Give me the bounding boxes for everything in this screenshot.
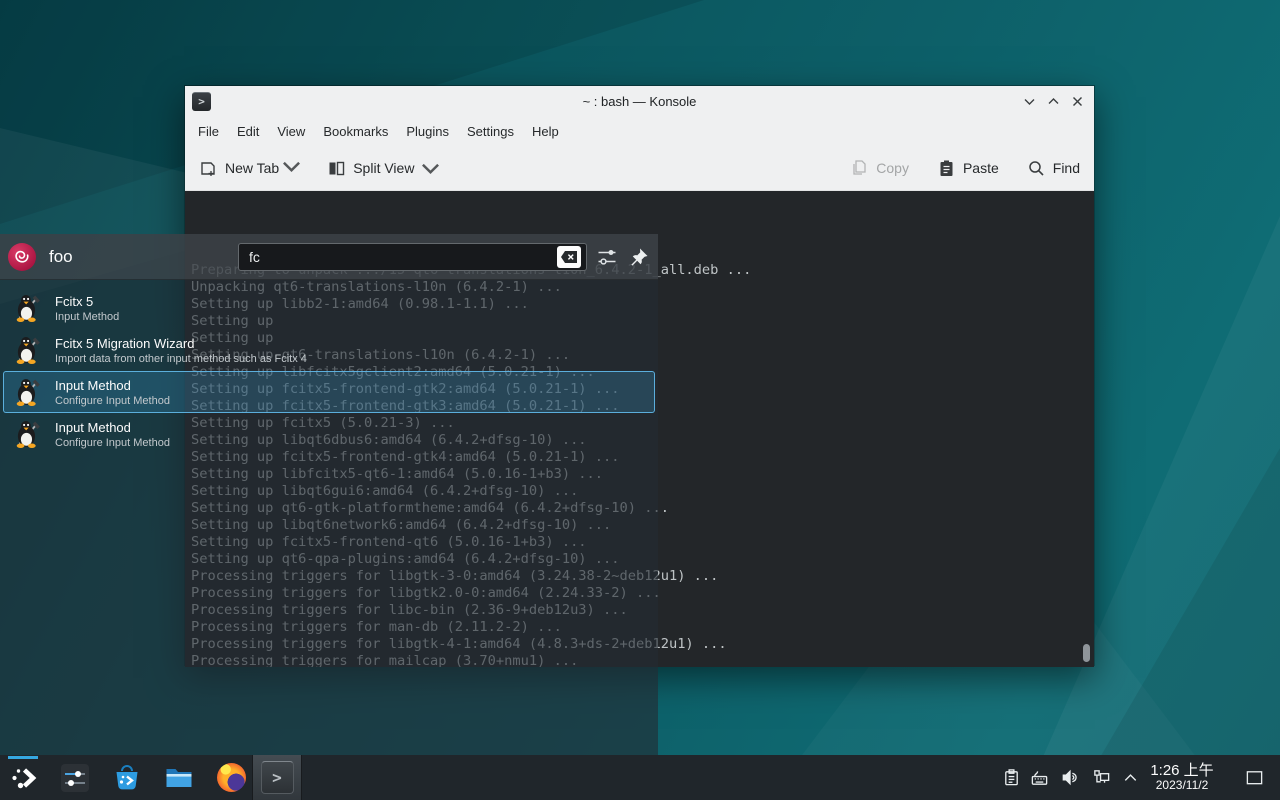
fcitx-penguin-icon: [12, 293, 42, 323]
firefox-button[interactable]: [208, 755, 254, 800]
result-title: Fcitx 5 Migration Wizard: [55, 336, 307, 351]
split-view-icon: [327, 159, 346, 178]
show-desktop-icon: [1245, 768, 1264, 787]
pin-icon[interactable]: [629, 247, 649, 267]
minimize-button[interactable]: [1023, 95, 1036, 108]
menu-item[interactable]: Bookmarks: [314, 124, 397, 139]
menu-item[interactable]: File: [189, 124, 228, 139]
chevron-down-icon: [282, 157, 301, 176]
result-title: Input Method: [55, 378, 170, 393]
result-title: Input Method: [55, 420, 170, 435]
menu-bar: FileEditViewBookmarksPluginsSettingsHelp: [185, 116, 1094, 146]
result-title: Fcitx 5: [55, 294, 119, 309]
konsole-task-icon: >: [261, 761, 294, 794]
result-subtitle: Configure Input Method: [55, 395, 170, 407]
keyboard-tray-button[interactable]: [1026, 755, 1052, 800]
new-tab-label: New Tab: [225, 160, 279, 176]
paste-icon: [937, 159, 956, 178]
titlebar[interactable]: > ~ : bash — Konsole: [185, 86, 1094, 116]
konsole-task-button[interactable]: >: [252, 755, 302, 800]
digital-clock[interactable]: 1:26 上午 2023/11/2: [1140, 755, 1224, 800]
new-tab-button[interactable]: New Tab: [199, 157, 301, 179]
maximize-button[interactable]: [1047, 95, 1060, 108]
krunner-result-row[interactable]: Fcitx 5 Migration Wizard Import data fro…: [3, 329, 655, 371]
copy-icon: [850, 159, 869, 178]
volume-tray-button[interactable]: [1056, 755, 1082, 800]
menu-item[interactable]: Plugins: [397, 124, 458, 139]
krunner-header: foo: [0, 234, 658, 280]
configure-krunner-button[interactable]: [597, 247, 617, 267]
copy-button[interactable]: Copy: [850, 159, 909, 178]
split-view-button[interactable]: Split View: [327, 159, 440, 178]
network-tray-button[interactable]: [1088, 755, 1114, 800]
application-launcher-button[interactable]: [0, 755, 46, 800]
clock-time: 1:26 上午: [1150, 763, 1213, 780]
kde-launcher-icon: [8, 763, 38, 793]
launcher-active-indicator: [8, 756, 38, 759]
krunner-result-row[interactable]: Input Method Configure Input Method: [3, 413, 655, 455]
split-view-label: Split View: [353, 160, 414, 176]
discover-button[interactable]: [104, 755, 150, 800]
folder-icon: [164, 763, 194, 793]
close-button[interactable]: [1071, 95, 1084, 108]
find-label: Find: [1053, 160, 1080, 176]
fcitx-penguin-icon: [12, 377, 42, 407]
volume-icon: [1060, 768, 1079, 787]
clock-date: 2023/11/2: [1156, 779, 1209, 792]
krunner-result-row[interactable]: Fcitx 5 Input Method: [3, 287, 655, 329]
toolbar: New Tab Split View Copy Paste Find: [185, 146, 1094, 191]
taskbar: > 1:26 上午 2023/11/2: [0, 755, 1280, 800]
clipboard-icon: [1002, 768, 1021, 787]
show-desktop-button[interactable]: [1242, 755, 1266, 800]
debian-logo-icon: [8, 243, 36, 271]
krunner-result-row[interactable]: Input Method Configure Input Method: [3, 371, 655, 413]
backspace-icon: [560, 250, 578, 264]
result-subtitle: Configure Input Method: [55, 437, 170, 449]
find-button[interactable]: Find: [1027, 159, 1080, 178]
file-manager-button[interactable]: [156, 755, 202, 800]
chevron-down-icon: [421, 159, 440, 178]
discover-icon: [112, 763, 142, 793]
result-subtitle: Import data from other input method such…: [55, 353, 307, 365]
krunner-results: Fcitx 5 Input Method: [0, 280, 658, 755]
system-settings-button[interactable]: [52, 755, 98, 800]
result-subtitle: Input Method: [55, 311, 119, 323]
search-input[interactable]: [238, 243, 587, 271]
clipboard-tray-button[interactable]: [998, 755, 1024, 800]
krunner-user-label: foo: [49, 247, 73, 267]
window-title: ~ : bash — Konsole: [185, 94, 1094, 109]
menu-item[interactable]: Edit: [228, 124, 268, 139]
keyboard-icon: [1030, 768, 1049, 787]
menu-item[interactable]: Help: [523, 124, 568, 139]
krunner-overlay: foo: [0, 234, 658, 755]
fcitx-penguin-icon: [12, 335, 42, 365]
find-icon: [1027, 159, 1046, 178]
firefox-icon: [217, 763, 246, 792]
menu-item[interactable]: Settings: [458, 124, 523, 139]
menu-item[interactable]: View: [268, 124, 314, 139]
fcitx-penguin-icon: [12, 419, 42, 449]
network-icon: [1092, 768, 1111, 787]
new-tab-icon: [199, 159, 218, 178]
paste-label: Paste: [963, 160, 999, 176]
terminal-scrollbar[interactable]: [1083, 644, 1090, 662]
system-settings-icon: [60, 763, 90, 793]
paste-button[interactable]: Paste: [937, 159, 999, 178]
copy-label: Copy: [876, 160, 909, 176]
clear-search-button[interactable]: [557, 246, 581, 268]
chevron-up-icon: [1121, 768, 1140, 787]
